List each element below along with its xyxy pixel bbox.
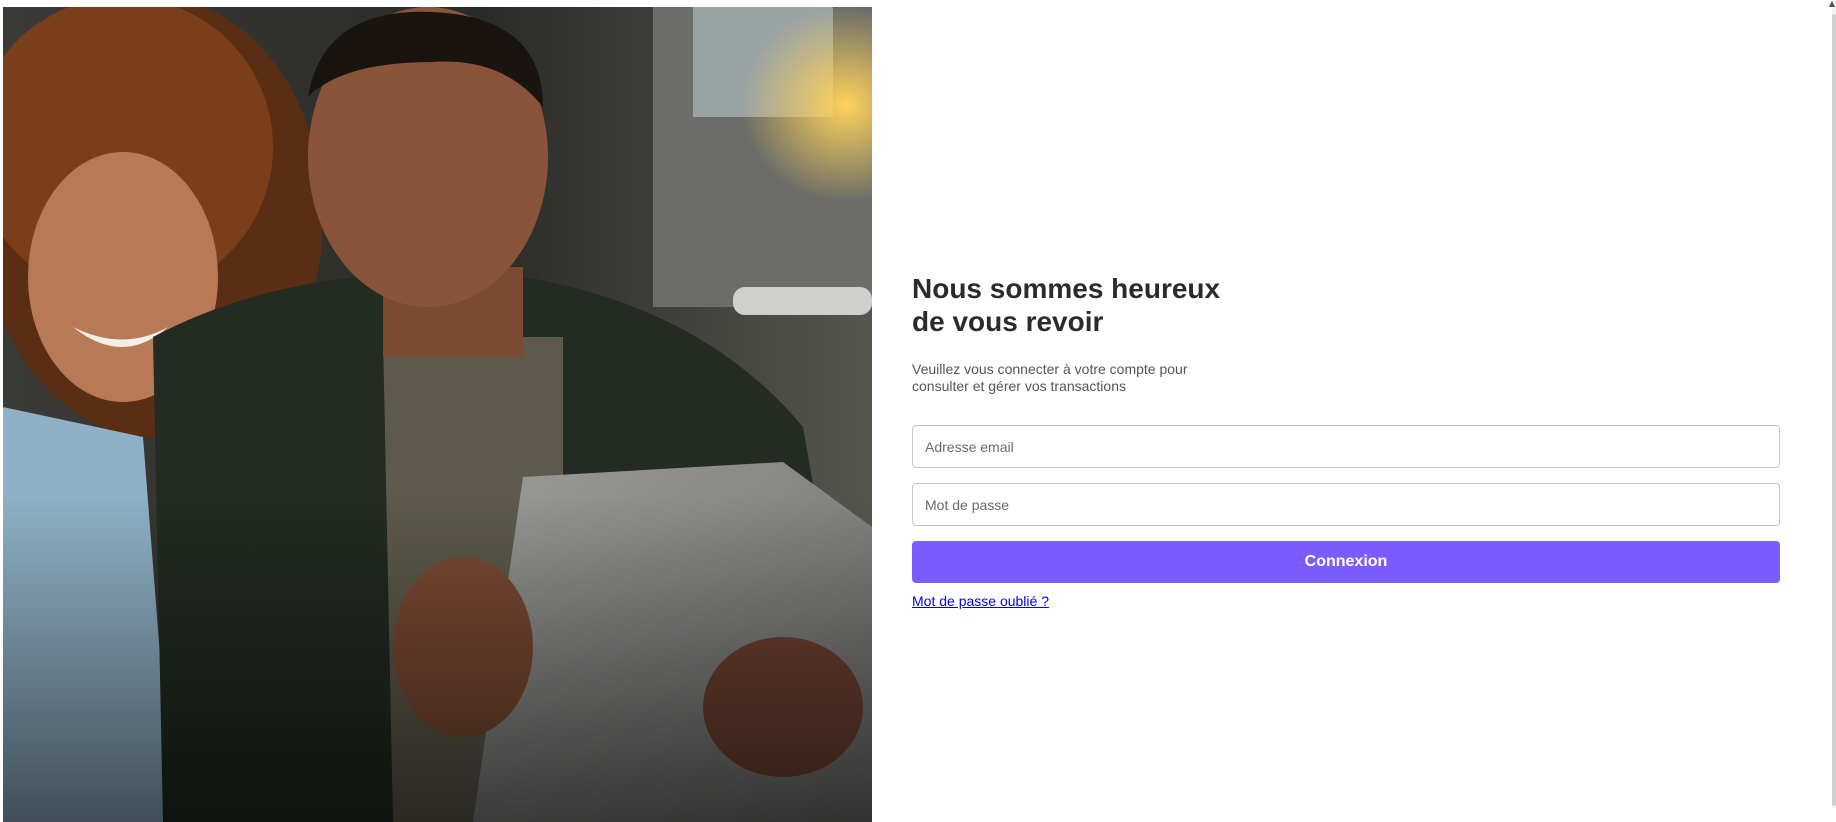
title-line-2: de vous revoir bbox=[912, 306, 1104, 337]
hero-photo bbox=[3, 7, 872, 822]
title-line-1: Nous sommes heureux bbox=[912, 273, 1221, 304]
login-page: Nous sommes heureux de vous revoir Veuill… bbox=[0, 0, 1836, 822]
page-title: Nous sommes heureux de vous revoir bbox=[912, 272, 1252, 338]
page-subtitle: Veuillez vous connecter à votre compte p… bbox=[912, 361, 1188, 394]
login-form: Nous sommes heureux de vous revoir Veuill… bbox=[912, 272, 1780, 611]
forgot-password-link[interactable]: Mot de passe oublié ? bbox=[912, 593, 1049, 609]
login-button[interactable]: Connexion bbox=[912, 541, 1780, 583]
scrollbar-thumb[interactable] bbox=[1832, 14, 1836, 806]
email-field[interactable] bbox=[912, 425, 1780, 468]
chevron-up-icon[interactable]: ▲ bbox=[1828, 0, 1836, 8]
password-field[interactable] bbox=[912, 483, 1780, 526]
page-scrollbar[interactable]: ▲ bbox=[1829, 0, 1836, 808]
hero-photo-illustration bbox=[3, 7, 872, 822]
